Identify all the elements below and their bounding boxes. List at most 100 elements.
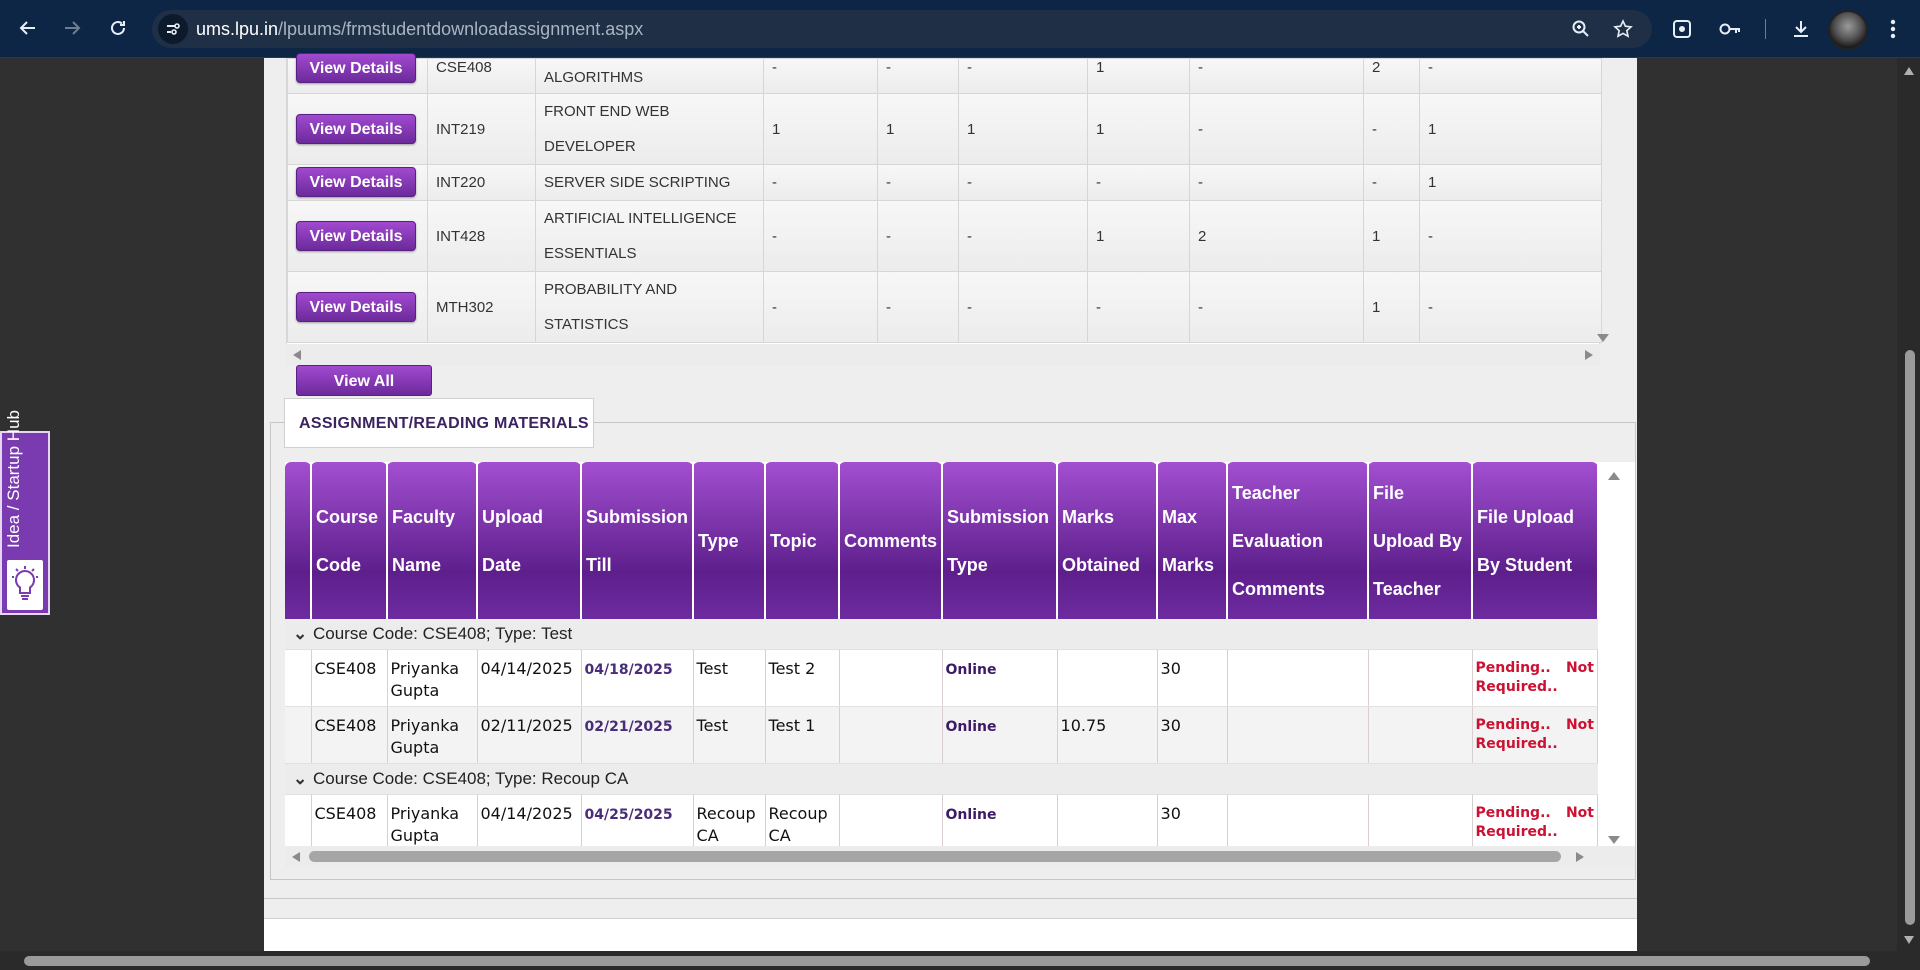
view-details-button[interactable]: View Details xyxy=(296,291,416,322)
menu-icon[interactable] xyxy=(1880,16,1906,42)
collapse-chevron-icon[interactable]: ⌄ xyxy=(293,768,313,790)
course-code: INT428 xyxy=(427,200,536,272)
course-row: View Details INT220 SERVER SIDE SCRIPTIN… xyxy=(287,164,1602,201)
count-cell: 1 xyxy=(1419,93,1602,165)
view-details-button[interactable]: View Details xyxy=(296,53,416,83)
header-marks-obtained[interactable]: Marks Obtained xyxy=(1057,462,1159,619)
star-icon[interactable] xyxy=(1612,18,1634,40)
count-cell: - xyxy=(1189,164,1364,201)
course-summary-table: View Details CSE408 ALGORITHMS - - - 1 -… xyxy=(286,53,1602,344)
cell-upload-date: 02/11/2025 xyxy=(477,706,582,764)
screenshot-icon[interactable] xyxy=(1669,16,1695,42)
cell-upload-date: 04/14/2025 xyxy=(477,794,582,852)
cell-teacher-comments xyxy=(1227,706,1369,764)
count-cell: - xyxy=(763,271,878,343)
grid-hscrollbar[interactable] xyxy=(285,846,1635,868)
panel-footer xyxy=(264,918,1637,951)
student-upload-status[interactable]: Pending.. xyxy=(1476,660,1551,676)
header-max-marks[interactable]: Max Marks xyxy=(1157,462,1229,619)
page-hscroll-thumb[interactable] xyxy=(24,956,1870,966)
toolbar-divider xyxy=(1765,19,1766,39)
count-cell: - xyxy=(763,200,878,272)
download-icon[interactable] xyxy=(1788,16,1814,42)
count-cell: - xyxy=(958,164,1088,201)
count-cell: 1 xyxy=(877,93,959,165)
count-cell: - xyxy=(1087,271,1190,343)
browser-toolbar: ums.lpu.in/lpuums/frmstudentdownloadassi… xyxy=(0,0,1920,58)
header-submission-till[interactable]: Submission Till xyxy=(581,462,695,619)
count-cell: 1 xyxy=(1419,164,1602,201)
course-row: View Details MTH302 PROBABILITY AND STAT… xyxy=(287,271,1602,343)
cell-submission-till: 04/25/2025 xyxy=(584,807,673,823)
header-submission-type[interactable]: Submission Type xyxy=(942,462,1059,619)
password-key-icon[interactable] xyxy=(1717,16,1743,42)
course-row: View Details CSE408 ALGORITHMS - - - 1 -… xyxy=(287,53,1602,94)
group-row[interactable]: ⌄ Course Code: CSE408; Type: Recoup CA xyxy=(285,763,1598,795)
reload-icon[interactable] xyxy=(104,14,132,42)
cell-submission-type: Online xyxy=(945,719,997,735)
student-upload-status[interactable]: Pending.. xyxy=(1476,717,1551,733)
cell-submission-till: 04/18/2025 xyxy=(584,662,673,678)
grid-header-row: Course Code Faculty Name Upload Date Sub… xyxy=(285,462,1599,619)
header-upload-date[interactable]: Upload Date xyxy=(477,462,582,619)
cell-submission-type: Online xyxy=(945,807,997,823)
header-file-upload-student[interactable]: File Upload By Student xyxy=(1472,462,1599,619)
view-details-button[interactable]: View Details xyxy=(296,113,416,144)
count-cell: - xyxy=(877,271,959,343)
address-bar[interactable]: ums.lpu.in/lpuums/frmstudentdownloadassi… xyxy=(152,10,1652,48)
cell-comments xyxy=(839,649,943,707)
student-upload-status[interactable]: Pending.. xyxy=(1476,805,1551,821)
cell-teacher-upload xyxy=(1368,649,1473,707)
back-icon[interactable] xyxy=(14,14,42,42)
page-vscrollbar[interactable] xyxy=(1897,58,1920,951)
top-table-hscrollbar[interactable] xyxy=(286,344,1600,366)
count-cell: 1 xyxy=(1363,200,1420,272)
site-info-icon[interactable] xyxy=(158,14,188,44)
cell-teacher-upload xyxy=(1368,706,1473,764)
count-cell: 1 xyxy=(1087,93,1190,165)
cell-course-code: CSE408 xyxy=(311,649,388,707)
header-course-code[interactable]: Course Code xyxy=(311,462,388,619)
header-topic[interactable]: Topic xyxy=(765,462,841,619)
grid-scroll-up-arrow[interactable] xyxy=(1607,468,1621,486)
lightbulb-icon xyxy=(7,560,43,610)
page-hscrollbar[interactable] xyxy=(0,951,1920,970)
group-label: Course Code: CSE408; Type: Test xyxy=(313,624,573,643)
header-faculty-name[interactable]: Faculty Name xyxy=(387,462,478,619)
header-teacher-comments[interactable]: Teacher Evaluation Comments xyxy=(1227,462,1370,619)
view-details-button[interactable]: View Details xyxy=(296,220,416,251)
count-cell: 2 xyxy=(1189,200,1364,272)
collapse-chevron-icon[interactable]: ⌄ xyxy=(293,623,313,645)
header-comments[interactable]: Comments xyxy=(839,462,944,619)
cell-submission-till: 02/21/2025 xyxy=(584,719,673,735)
cell-max-marks: 30 xyxy=(1157,794,1228,852)
header-type[interactable]: Type xyxy=(693,462,767,619)
view-all-button[interactable]: View All xyxy=(296,365,432,396)
view-details-button[interactable]: View Details xyxy=(296,167,416,197)
count-cell: - xyxy=(1419,200,1602,272)
cell-topic: Test 2 xyxy=(765,649,840,707)
page-vscroll-thumb[interactable] xyxy=(1905,350,1915,925)
url-text[interactable]: ums.lpu.in/lpuums/frmstudentdownloadassi… xyxy=(196,19,643,40)
zoom-icon[interactable] xyxy=(1570,18,1592,40)
table-row: CSE408 Priyanka Gupta 04/14/2025 04/18/2… xyxy=(285,649,1599,707)
count-cell: - xyxy=(877,164,959,201)
header-file-upload-teacher[interactable]: File Upload By Teacher xyxy=(1368,462,1474,619)
course-name: SERVER SIDE SCRIPTING xyxy=(535,164,764,201)
count-cell: - xyxy=(1419,271,1602,343)
count-cell: - xyxy=(1189,93,1364,165)
profile-avatar[interactable] xyxy=(1828,10,1868,50)
count-cell: 1 xyxy=(763,93,878,165)
cell-topic: Test 1 xyxy=(765,706,840,764)
grid-hscroll-thumb[interactable] xyxy=(309,851,1561,862)
idea-startup-hub-tab[interactable]: Idea / Startup Hub xyxy=(0,410,50,615)
cell-comments xyxy=(839,794,943,852)
cell-course-code: CSE408 xyxy=(311,794,388,852)
url-path: /lpuums/frmstudentdownloadassignment.asp… xyxy=(278,19,644,39)
cell-course-code: CSE408 xyxy=(311,706,388,764)
cell-faculty: Priyanka Gupta xyxy=(387,706,478,764)
group-row[interactable]: ⌄ Course Code: CSE408; Type: Test xyxy=(285,619,1598,650)
url-host: ums.lpu.in xyxy=(196,19,279,39)
course-code: MTH302 xyxy=(427,271,536,343)
forward-icon[interactable] xyxy=(58,14,86,42)
